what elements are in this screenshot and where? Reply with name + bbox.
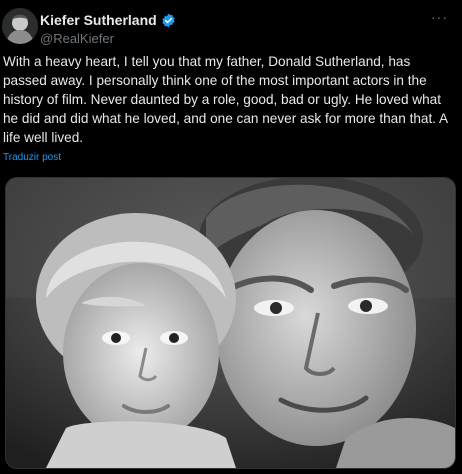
post-text: With a heavy heart, I tell you that my f… <box>3 54 448 145</box>
display-name[interactable]: Kiefer Sutherland <box>40 12 157 28</box>
black-and-white-photo <box>6 178 455 468</box>
avatar[interactable] <box>2 8 38 44</box>
more-options-icon[interactable]: ··· <box>431 9 448 25</box>
post-media[interactable] <box>5 177 456 469</box>
translate-post-link[interactable]: Traduzir post <box>3 152 61 163</box>
author-name-row: Kiefer Sutherland <box>40 12 176 28</box>
avatar-image <box>2 8 38 44</box>
user-handle[interactable]: @RealKiefer <box>40 31 114 46</box>
verified-badge-icon <box>161 13 176 28</box>
tweet: Kiefer Sutherland @RealKiefer ··· With a… <box>0 0 462 474</box>
